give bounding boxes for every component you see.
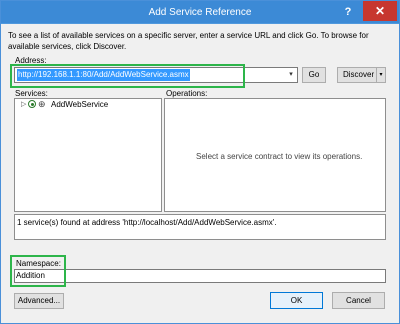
tree-item-addwebservice[interactable]: AddWebService xyxy=(51,100,108,109)
advanced-button[interactable]: Advanced... xyxy=(14,293,64,309)
services-label: Services: xyxy=(15,89,48,98)
instructions-text: To see a list of available services on a… xyxy=(8,31,369,51)
title-bar[interactable]: Add Service Reference ? ✕ xyxy=(1,1,399,24)
go-button[interactable]: Go xyxy=(302,67,326,83)
operations-label: Operations: xyxy=(166,89,208,98)
chevron-down-icon[interactable]: ▾ xyxy=(285,68,297,82)
operations-empty-message: Select a service contract to view its op… xyxy=(196,152,363,161)
ok-button[interactable]: OK xyxy=(270,292,323,309)
close-button[interactable]: ✕ xyxy=(363,1,397,21)
globe-icon: ⊕ xyxy=(38,99,46,109)
namespace-input[interactable] xyxy=(14,269,386,283)
status-text: 1 service(s) found at address 'http://lo… xyxy=(17,218,277,227)
services-tree-panel[interactable] xyxy=(14,98,162,212)
address-highlight-box xyxy=(10,64,245,88)
tree-expand-icon[interactable]: ▷ xyxy=(21,100,26,108)
help-button[interactable]: ? xyxy=(339,3,357,21)
cancel-button[interactable]: Cancel xyxy=(332,292,385,309)
service-reference-icon xyxy=(28,100,36,108)
namespace-highlight-box xyxy=(10,255,66,287)
discover-dropdown-button[interactable]: ▾ xyxy=(376,67,386,83)
